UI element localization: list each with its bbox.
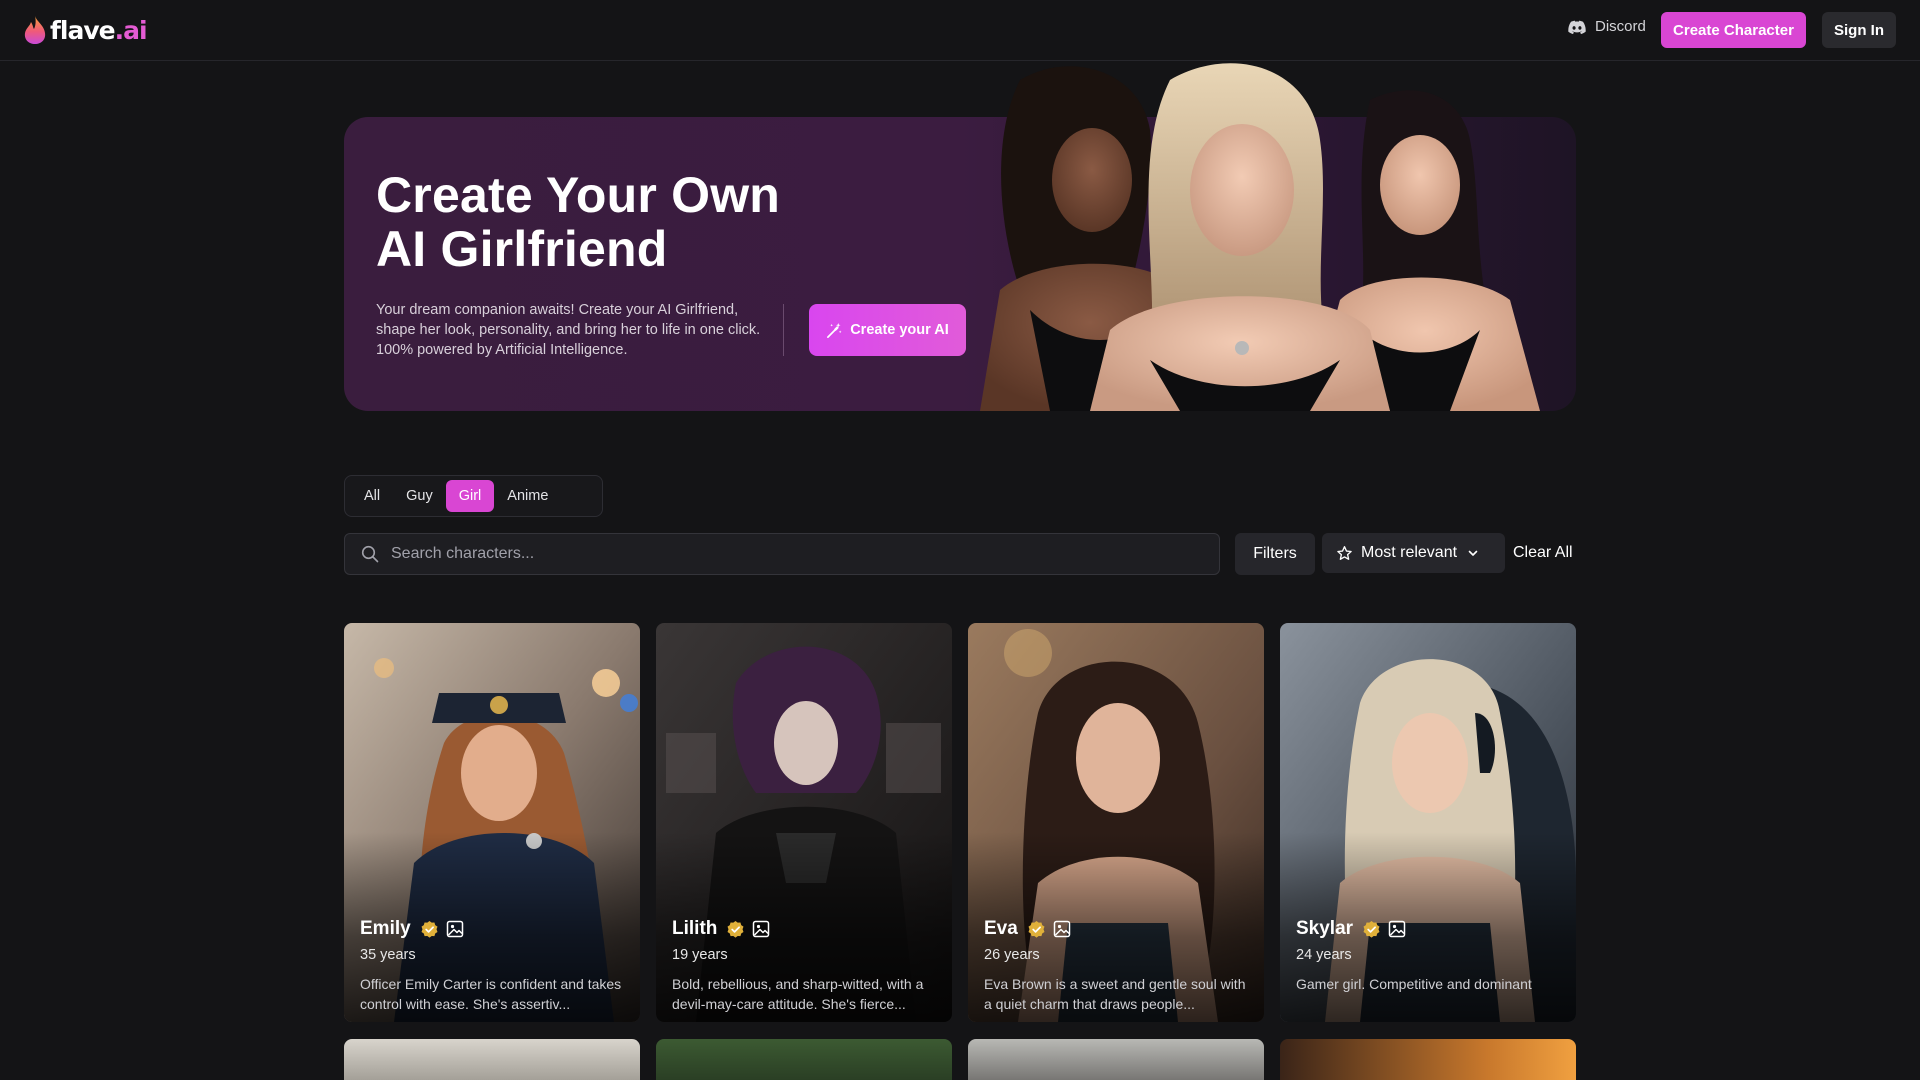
hero-characters-illustration — [980, 63, 1540, 411]
clear-all-button[interactable]: Clear All — [1513, 544, 1573, 562]
character-card-partial[interactable] — [968, 1039, 1264, 1080]
category-tabs: All Guy Girl Anime — [344, 475, 603, 517]
chevron-down-icon — [1468, 550, 1478, 556]
character-card-partial[interactable] — [1280, 1039, 1576, 1080]
character-card-partial[interactable] — [344, 1039, 640, 1080]
sort-dropdown[interactable]: Most relevant — [1322, 533, 1505, 573]
verified-badge-icon — [1028, 920, 1045, 938]
tab-guy[interactable]: Guy — [393, 480, 446, 512]
character-card-partial[interactable] — [656, 1039, 952, 1080]
search-box — [344, 533, 1220, 575]
logo[interactable]: flave.ai — [22, 14, 148, 46]
character-age: 19 years — [672, 947, 728, 963]
character-age: 24 years — [1296, 947, 1352, 963]
card-name-row: Lilith — [672, 916, 938, 942]
character-age: 35 years — [360, 947, 416, 963]
filters-button[interactable]: Filters — [1235, 533, 1315, 575]
image-icon[interactable] — [1053, 920, 1071, 938]
hero-title-line-1: Create Your Own — [376, 167, 781, 223]
create-your-ai-button[interactable]: Create your AI — [809, 304, 966, 356]
hero-description: Your dream companion awaits! Create your… — [376, 302, 761, 358]
verified-badge-icon — [727, 920, 744, 938]
hero-divider — [783, 304, 784, 356]
character-card-skylar[interactable]: Skylar 24 years Gamer girl. Competitive … — [1280, 623, 1576, 1022]
hero-title: Create Your Own AI Girlfriend — [376, 168, 856, 276]
tab-girl[interactable]: Girl — [445, 480, 495, 512]
verified-badge-icon — [1363, 920, 1380, 938]
character-name: Emily — [360, 918, 411, 939]
character-card-lilith[interactable]: Lilith 19 years Bold, rebellious, and sh… — [656, 623, 952, 1022]
image-icon[interactable] — [752, 920, 770, 938]
card-info: Eva 26 years Eva Brown is a sweet and ge… — [984, 916, 1250, 1014]
character-description: Officer Emily Carter is confident and ta… — [360, 976, 622, 1012]
card-name-row: Skylar — [1296, 916, 1562, 942]
card-info: Skylar 24 years Gamer girl. Competitive … — [1296, 916, 1562, 1014]
logo-text: flave.ai — [50, 15, 148, 45]
character-card-eva[interactable]: Eva 26 years Eva Brown is a sweet and ge… — [968, 623, 1264, 1022]
top-navigation-bar: flave.ai Discord Create Character Sign I… — [0, 0, 1920, 61]
search-icon — [361, 545, 379, 563]
character-card-emily[interactable]: Emily 35 years Officer Emily Carter is c… — [344, 623, 640, 1022]
star-icon — [1337, 545, 1352, 560]
character-name: Lilith — [672, 918, 718, 939]
card-info: Lilith 19 years Bold, rebellious, and sh… — [672, 916, 938, 1014]
character-name: Eva — [984, 918, 1018, 939]
tab-all[interactable]: All — [351, 480, 393, 512]
card-name-row: Eva — [984, 916, 1250, 942]
discord-icon — [1568, 20, 1586, 34]
character-age: 26 years — [984, 947, 1040, 963]
image-icon[interactable] — [446, 920, 464, 938]
character-description: Eva Brown is a sweet and gentle soul wit… — [984, 976, 1246, 1012]
discord-label: Discord — [1595, 18, 1646, 35]
character-name: Skylar — [1296, 918, 1354, 939]
magic-wand-icon — [827, 322, 842, 338]
card-name-row: Emily — [360, 916, 626, 942]
sign-in-button[interactable]: Sign In — [1822, 12, 1896, 48]
verified-badge-icon — [421, 920, 438, 938]
hero-title-line-2: AI Girlfriend — [376, 221, 668, 277]
flame-icon — [24, 16, 46, 44]
character-description: Bold, rebellious, and sharp-witted, with… — [672, 976, 924, 1012]
image-icon[interactable] — [1388, 920, 1406, 938]
card-info: Emily 35 years Officer Emily Carter is c… — [360, 916, 626, 1014]
create-your-ai-label: Create your AI — [850, 322, 949, 338]
discord-link[interactable]: Discord — [1568, 18, 1646, 35]
tab-anime[interactable]: Anime — [494, 480, 561, 512]
character-description: Gamer girl. Competitive and dominant — [1296, 976, 1532, 992]
create-character-button[interactable]: Create Character — [1661, 12, 1806, 48]
search-input[interactable] — [391, 545, 1219, 563]
sort-label: Most relevant — [1361, 544, 1458, 561]
